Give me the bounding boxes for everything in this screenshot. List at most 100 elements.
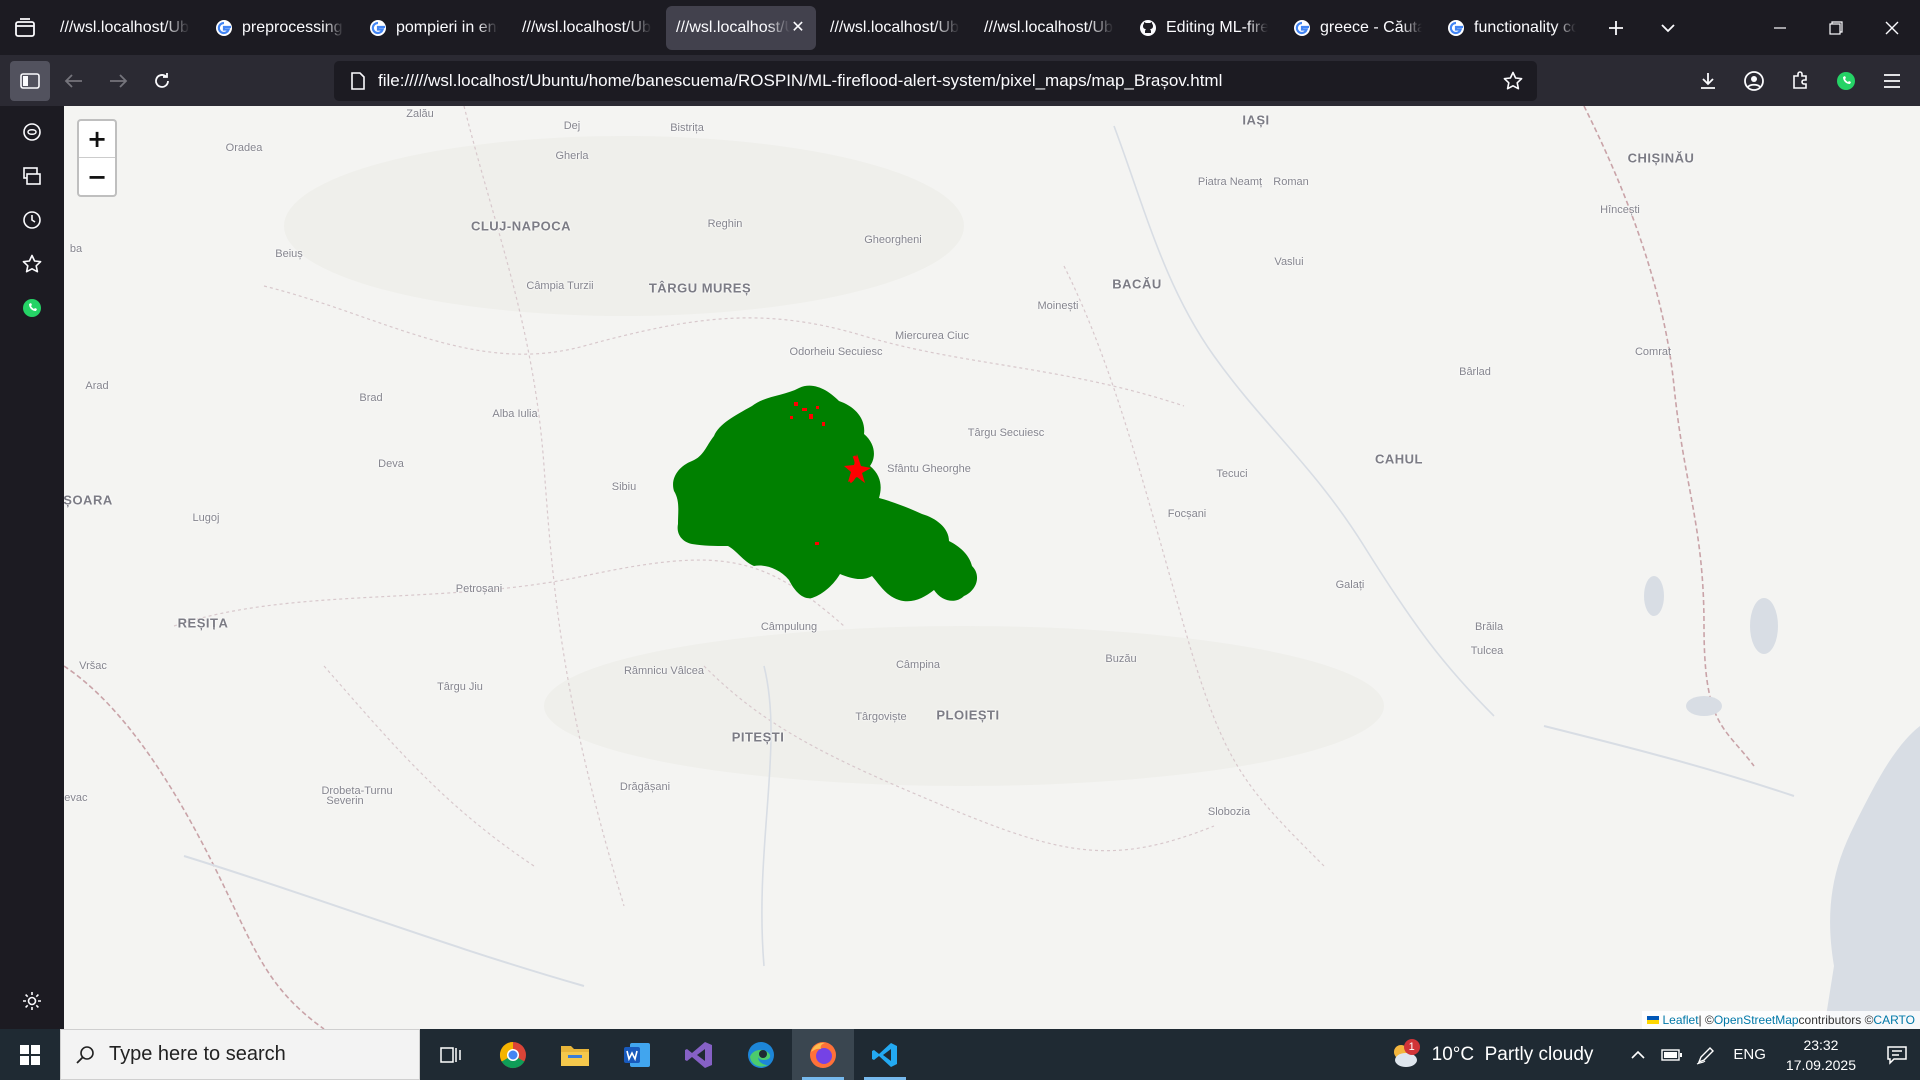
tab-1[interactable]: preprocessing — [204, 6, 354, 50]
forward-button[interactable] — [98, 61, 138, 101]
place-label: Zalău — [406, 108, 434, 120]
leaflet-link[interactable]: Leaflet — [1663, 1013, 1699, 1027]
tab-7[interactable]: Editing ML-fire — [1128, 6, 1278, 50]
place-label: ȘOARA — [64, 492, 113, 508]
place-label: Piatra Neamț — [1197, 176, 1263, 188]
url-bar[interactable]: file://///wsl.localhost/Ubuntu/home/bane… — [334, 61, 1537, 101]
close-tab-icon[interactable]: ✕ — [790, 19, 806, 36]
search-icon — [76, 1045, 94, 1064]
place-label: Târgoviște — [855, 711, 907, 723]
place-label: BACĂU — [1112, 276, 1162, 292]
whatsapp-extension-button[interactable] — [1826, 61, 1866, 101]
history-button[interactable] — [12, 200, 52, 240]
google-icon — [214, 18, 234, 38]
tab-title: ///wsl.localhost/Ub — [984, 18, 1113, 36]
leaflet-map[interactable]: ZalăuDejBistrițaPașcaniIAȘIMOLDOVAOradea… — [64, 106, 1920, 1029]
url-text[interactable]: file://///wsl.localhost/Ubuntu/home/bane… — [378, 71, 1493, 91]
edge-app[interactable] — [730, 1029, 792, 1080]
place-label: Alba Iulia — [492, 408, 538, 420]
show-hidden-icons-button[interactable] — [1621, 1029, 1655, 1080]
place-label: Galați — [1335, 579, 1365, 591]
language-indicator[interactable]: ENG — [1733, 1046, 1766, 1063]
word-icon — [624, 1042, 650, 1067]
place-label: Tulcea — [1470, 645, 1504, 657]
sidebar-icon — [20, 72, 40, 89]
pen-icon — [1697, 1046, 1715, 1065]
file-icon — [351, 72, 365, 90]
notifications-button[interactable] — [1874, 1029, 1920, 1080]
vscode-icon — [872, 1042, 897, 1067]
taskbar-search-box[interactable]: Type here to search — [60, 1029, 420, 1080]
place-label: REȘIȚA — [177, 615, 229, 631]
extensions-button[interactable] — [1780, 61, 1820, 101]
start-button[interactable] — [0, 1029, 60, 1080]
new-tab-button[interactable] — [1590, 6, 1642, 50]
place-label: Brad — [359, 392, 383, 404]
tab-5[interactable]: ///wsl.localhost/Ub — [820, 6, 970, 50]
page-icon[interactable] — [338, 61, 378, 101]
tab-title: functionality co — [1474, 18, 1576, 36]
place-label: Buzău — [1105, 653, 1137, 665]
whatsapp-icon — [23, 299, 41, 317]
synced-tabs-button[interactable] — [12, 156, 52, 196]
word-app[interactable] — [606, 1029, 668, 1080]
sidebar-toggle-button[interactable] — [10, 60, 50, 101]
tab-3[interactable]: ///wsl.localhost/Ub — [512, 6, 662, 50]
task-view-icon — [440, 1046, 461, 1063]
tab-4[interactable]: ///wsl.localhost/U ✕ — [666, 5, 816, 50]
tab-title: ///wsl.localhost/Ub — [830, 18, 959, 36]
toolbar-right — [1682, 61, 1912, 101]
zoom-in-button[interactable]: + — [79, 121, 115, 158]
vscode-app[interactable] — [854, 1029, 916, 1080]
sidebar-settings-button[interactable] — [12, 981, 52, 1021]
app-menu-button[interactable] — [1872, 61, 1912, 101]
clock[interactable]: 23:32 17.09.2025 — [1786, 1035, 1856, 1075]
bookmark-button[interactable] — [1493, 61, 1533, 101]
firefox-app[interactable] — [792, 1029, 854, 1080]
attribution-contributors: contributors © — [1798, 1013, 1874, 1027]
ai-chatbot-button[interactable] — [12, 112, 52, 152]
reload-button[interactable] — [142, 61, 182, 101]
account-button[interactable] — [1734, 61, 1774, 101]
place-label: IAȘI — [1242, 112, 1270, 128]
chrome-app[interactable] — [482, 1029, 544, 1080]
minimize-button[interactable] — [1752, 0, 1808, 55]
tab-list-button[interactable] — [0, 0, 50, 55]
google-icon — [1446, 18, 1466, 38]
weather-widget[interactable]: 1 10°C Partly cloudy — [1388, 1038, 1593, 1071]
close-window-button[interactable] — [1864, 0, 1920, 55]
hamburger-icon — [1884, 74, 1900, 88]
visual-studio-app[interactable] — [668, 1029, 730, 1080]
brasov-region[interactable] — [673, 385, 978, 602]
file-explorer-app[interactable] — [544, 1029, 606, 1080]
place-label: Lugoj — [192, 512, 220, 524]
place-label: Miercurea Ciuc — [895, 330, 969, 342]
downloads-button[interactable] — [1688, 61, 1728, 101]
tab-2[interactable]: pompieri in eng — [358, 6, 508, 50]
bookmarks-button[interactable] — [12, 244, 52, 284]
tab-6[interactable]: ///wsl.localhost/Ub — [974, 6, 1124, 50]
pen-button[interactable] — [1689, 1029, 1723, 1080]
tab-8[interactable]: greece - Căutar — [1282, 6, 1432, 50]
task-view-button[interactable] — [420, 1029, 482, 1080]
arrow-left-icon — [64, 73, 82, 88]
zoom-out-button[interactable]: − — [79, 158, 115, 195]
osm-link[interactable]: OpenStreetMap — [1714, 1013, 1799, 1027]
edge-icon — [748, 1041, 774, 1068]
carto-link[interactable]: CARTO — [1873, 1013, 1915, 1027]
tab-9[interactable]: functionality co — [1436, 6, 1586, 50]
restore-button[interactable] — [1808, 0, 1864, 55]
tab-0[interactable]: ///wsl.localhost/Ub — [50, 6, 200, 50]
place-label: Târgu Jiu — [437, 681, 483, 693]
place-label: PLOIEȘTI — [936, 707, 1000, 723]
battery-button[interactable] — [1655, 1029, 1689, 1080]
place-label: Petroșani — [455, 583, 503, 595]
gear-icon — [23, 992, 41, 1010]
map-attribution: Leaflet | © OpenStreetMap contributors ©… — [1641, 1011, 1920, 1029]
back-button[interactable] — [54, 61, 94, 101]
clock-date: 17.09.2025 — [1785, 1056, 1856, 1073]
place-label: Sibiu — [611, 481, 637, 493]
clock-time: 23:32 — [1803, 1036, 1839, 1053]
list-all-tabs-button[interactable] — [1642, 6, 1694, 50]
whatsapp-sidebar-button[interactable] — [12, 288, 52, 328]
